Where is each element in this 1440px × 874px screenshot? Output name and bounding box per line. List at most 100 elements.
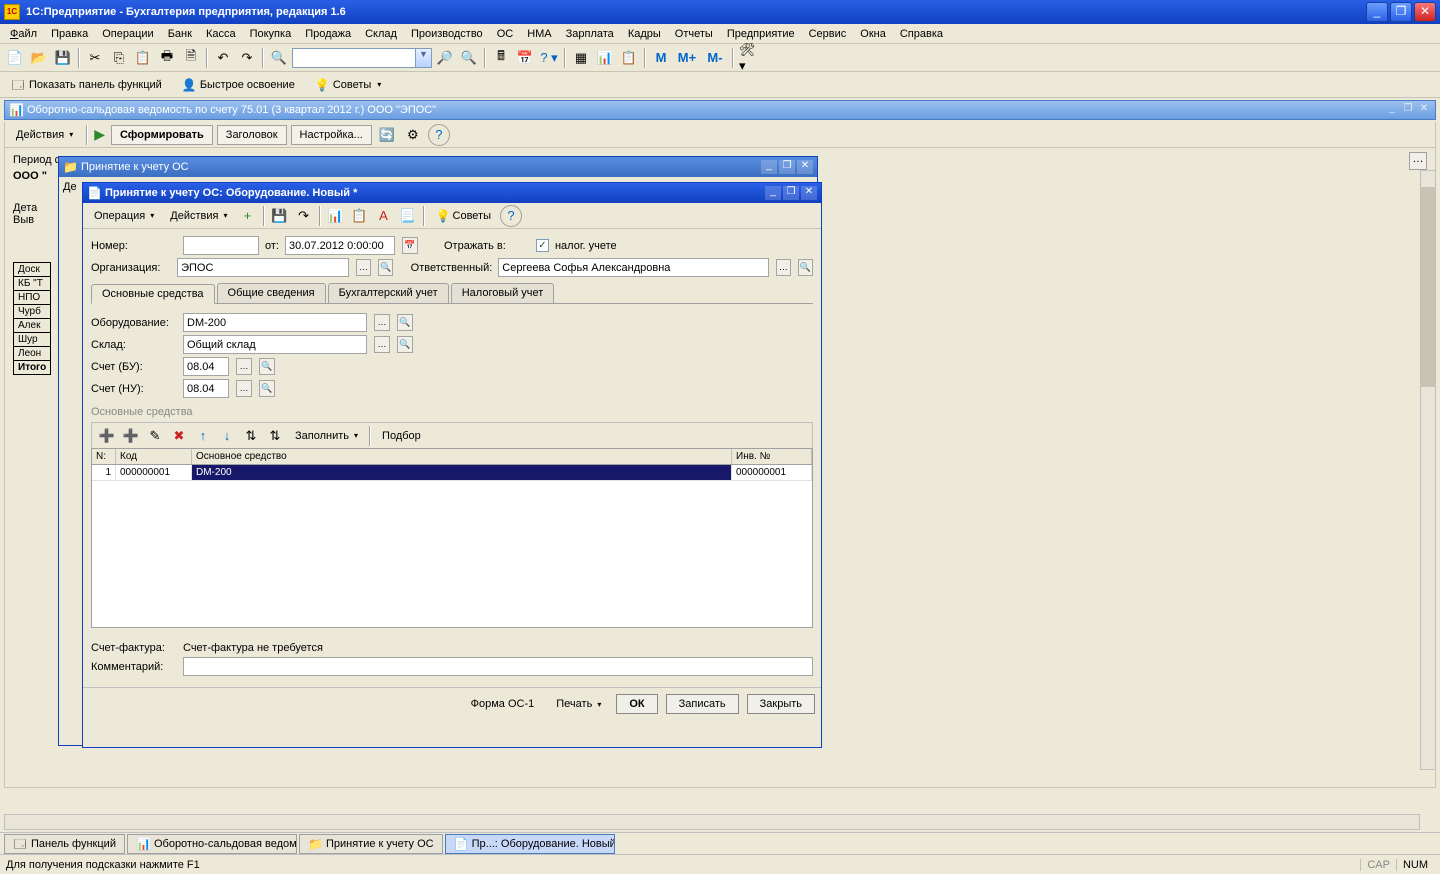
window1-titlebar[interactable]: 📁 Принятие к учету ОС _ ❐ ✕	[59, 157, 817, 177]
win2-maximize[interactable]: ❐	[783, 186, 799, 200]
search-combo[interactable]: ▼	[292, 48, 432, 68]
menu-os[interactable]: ОС	[491, 26, 520, 42]
grid-fill-button[interactable]: Заполнить▾	[288, 427, 365, 445]
copy-icon[interactable]: ⎘	[108, 47, 130, 69]
cut-icon[interactable]: ✂	[84, 47, 106, 69]
tab-bu[interactable]: Бухгалтерский учет	[328, 283, 449, 303]
wh-search-button[interactable]: 🔍	[397, 336, 413, 353]
comment-input[interactable]	[183, 657, 813, 676]
win1-minimize[interactable]: _	[761, 160, 777, 174]
grid-edit-icon[interactable]: ✎	[144, 425, 166, 447]
save-button[interactable]: Записать	[666, 694, 739, 714]
new-icon[interactable]: 📄	[4, 47, 26, 69]
help-icon[interactable]: ?	[428, 124, 450, 146]
task-panel[interactable]: 🗔Панель функций	[4, 834, 125, 854]
mdi-minimize[interactable]: _	[1385, 103, 1399, 117]
vertical-scrollbar[interactable]	[1420, 170, 1436, 770]
chevron-down-icon[interactable]: ▼	[415, 49, 431, 67]
task-os-list[interactable]: 📁Принятие к учету ОС	[299, 834, 443, 854]
acct-bu-search-button[interactable]: 🔍	[259, 358, 275, 375]
close-button[interactable]: ✕	[1414, 2, 1436, 22]
grid-select-button[interactable]: Подбор	[375, 427, 428, 445]
close-button-form[interactable]: Закрыть	[747, 694, 815, 714]
form-report-button[interactable]: Сформировать	[111, 125, 213, 145]
acct-bu-select-button[interactable]: …	[236, 358, 252, 375]
list-icon[interactable]: 📃	[397, 205, 419, 227]
redo-icon[interactable]: ↷	[236, 47, 258, 69]
grid-up-icon[interactable]: ↑	[192, 425, 214, 447]
report-icon[interactable]: 📊	[594, 47, 616, 69]
save-doc-icon[interactable]: 💾	[269, 205, 291, 227]
ok-button[interactable]: ОК	[616, 694, 657, 714]
kt-icon[interactable]: 📋	[349, 205, 371, 227]
acct-bu-input[interactable]: 08.04	[183, 357, 229, 376]
mplus-button[interactable]: М+	[674, 47, 700, 69]
menu-reports[interactable]: Отчеты	[669, 26, 719, 42]
col-code[interactable]: Код	[116, 449, 192, 464]
find-prev-icon[interactable]: 🔍	[458, 47, 480, 69]
win2-close[interactable]: ✕	[801, 186, 817, 200]
mminus-button[interactable]: М-	[702, 47, 728, 69]
undo-icon[interactable]: ↶	[212, 47, 234, 69]
menu-salary[interactable]: Зарплата	[560, 26, 620, 42]
tab-nu[interactable]: Налоговый учет	[451, 283, 555, 303]
settings-button[interactable]: Настройка...	[291, 125, 372, 145]
tax-checkbox[interactable]: ✓	[536, 239, 549, 252]
post-icon[interactable]: ↷	[293, 205, 315, 227]
win1-close[interactable]: ✕	[797, 160, 813, 174]
menu-nma[interactable]: НМА	[521, 26, 557, 42]
menu-help[interactable]: Справка	[894, 26, 949, 42]
mdi-close[interactable]: ✕	[1417, 103, 1431, 117]
tips-button-2[interactable]: 💡Советы	[429, 206, 498, 226]
find-next-icon[interactable]: 🔎	[434, 47, 456, 69]
preview-icon[interactable]: 🗎	[180, 47, 202, 69]
horizontal-scrollbar[interactable]	[4, 814, 1420, 830]
minimize-button[interactable]: _	[1366, 2, 1388, 22]
quick-learn-button[interactable]: 👤Быстрое освоение	[175, 75, 302, 95]
acct-nu-search-button[interactable]: 🔍	[259, 380, 275, 397]
acct-nu-select-button[interactable]: …	[236, 380, 252, 397]
col-n[interactable]: N:	[92, 449, 116, 464]
print-icon[interactable]: 🖶	[156, 47, 178, 69]
grid-row-1[interactable]: 1 000000001 DM-200 000000001	[92, 465, 812, 481]
win2-minimize[interactable]: _	[765, 186, 781, 200]
calendar-icon[interactable]: 📅	[514, 47, 536, 69]
org-select-button[interactable]: …	[356, 259, 371, 276]
paste-icon[interactable]: 📋	[132, 47, 154, 69]
tools-icon[interactable]: 🛠 ▾	[738, 47, 760, 69]
org-input[interactable]: ЭПОС	[177, 258, 349, 277]
actions-button[interactable]: Действия▾	[163, 207, 234, 225]
menu-hr[interactable]: Кадры	[622, 26, 667, 42]
menu-bank[interactable]: Банк	[162, 26, 198, 42]
win1-actions[interactable]: Де	[63, 181, 77, 193]
menu-cash[interactable]: Касса	[200, 26, 242, 42]
struct-icon[interactable]: А	[373, 205, 395, 227]
menu-service[interactable]: Сервис	[803, 26, 853, 42]
menu-production[interactable]: Производство	[405, 26, 489, 42]
config-icon[interactable]: ⚙	[402, 124, 424, 146]
expand-button[interactable]: …	[1409, 152, 1427, 170]
acct-nu-input[interactable]: 08.04	[183, 379, 229, 398]
find-icon[interactable]: 🔍	[268, 47, 290, 69]
header-button[interactable]: Заголовок	[217, 125, 287, 145]
show-panel-button[interactable]: 🗔Показать панель функций	[4, 75, 169, 95]
col-name[interactable]: Основное средство	[192, 449, 732, 464]
wh-select-button[interactable]: …	[374, 336, 390, 353]
os-grid[interactable]: N: Код Основное средство Инв. № 1 000000…	[91, 448, 813, 628]
date-input[interactable]: 30.07.2012 0:00:00	[285, 236, 395, 255]
equip-search-button[interactable]: 🔍	[397, 314, 413, 331]
calendar-button[interactable]: 📅	[402, 237, 418, 254]
form-os1-button[interactable]: Форма ОС-1	[464, 694, 542, 714]
print-button[interactable]: Печать▾	[549, 694, 608, 714]
report-actions-button[interactable]: Действия▾	[9, 126, 80, 144]
menu-file[interactable]: Файл	[4, 26, 43, 42]
menu-purchase[interactable]: Покупка	[244, 26, 298, 42]
add-icon[interactable]: +	[237, 205, 259, 227]
mdi-restore[interactable]: ❐	[1401, 103, 1415, 117]
operation-button[interactable]: Операция▾	[87, 207, 161, 225]
col-inv[interactable]: Инв. №	[732, 449, 812, 464]
menu-sale[interactable]: Продажа	[299, 26, 357, 42]
menu-edit[interactable]: Правка	[45, 26, 94, 42]
dt-icon[interactable]: 📊	[325, 205, 347, 227]
window2-titlebar[interactable]: 📄 Принятие к учету ОС: Оборудование. Нов…	[83, 183, 821, 203]
